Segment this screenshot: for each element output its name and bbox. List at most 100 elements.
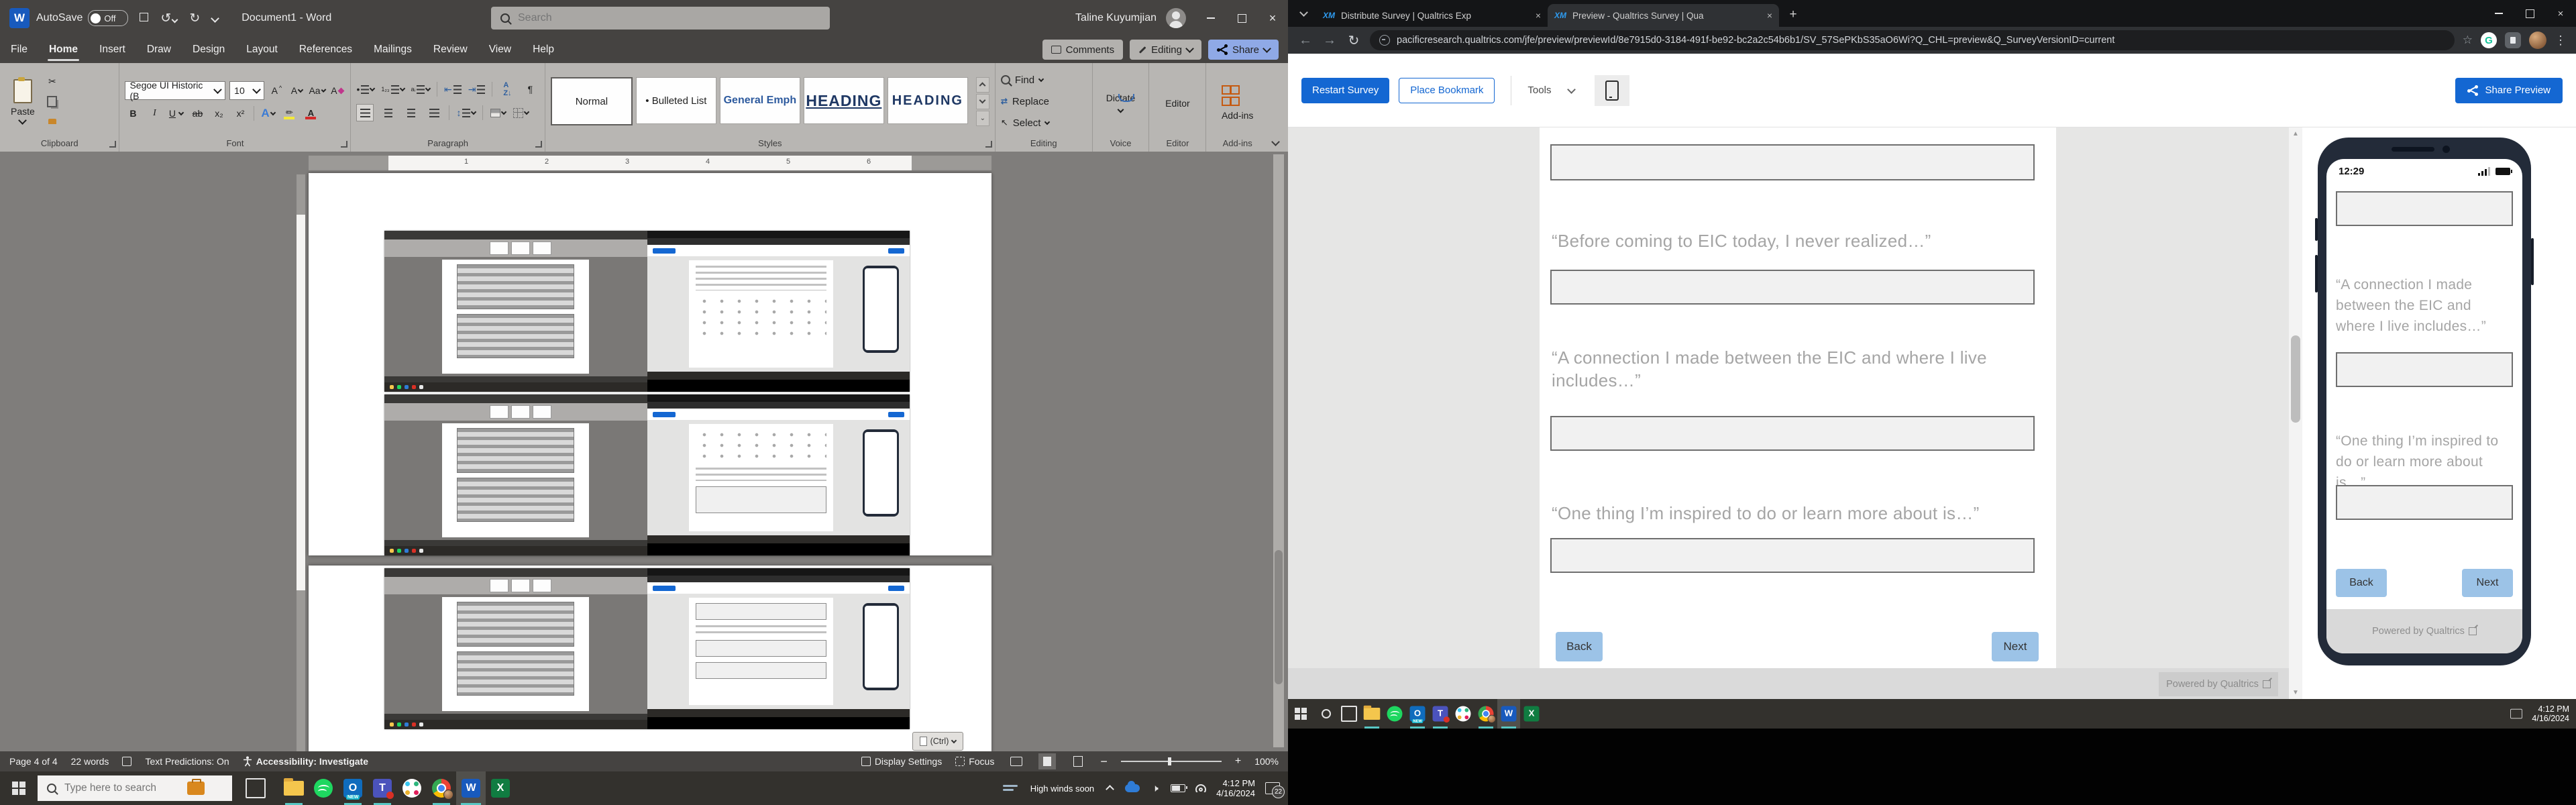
phone-next-button[interactable]: Next [2462,569,2513,597]
extension-icon[interactable] [2505,32,2521,48]
chrome-menu-icon[interactable]: ⋮ [2555,34,2567,48]
taskbar-teams[interactable]: T [368,771,397,805]
tab-references[interactable]: References [288,36,363,63]
tab-mailings[interactable]: Mailings [363,36,423,63]
back-button[interactable]: Back [1556,632,1603,661]
hidden-icons-chevron[interactable] [1104,783,1115,794]
font-color-button[interactable]: A [303,105,319,121]
close-button[interactable]: × [1257,0,1288,36]
tab-home[interactable]: Home [38,36,89,63]
start-button[interactable] [1295,708,1307,720]
tab-file[interactable]: File [0,36,38,63]
new-tab-button[interactable]: + [1784,6,1802,23]
volume-icon[interactable]: 🕨 [1150,783,1161,794]
scrollbar-thumb[interactable] [1275,550,1283,684]
bullets-button[interactable]: • [356,81,374,97]
next-button[interactable]: Next [1992,632,2039,661]
numbering-button[interactable]: 1₂₃ [381,81,404,97]
phone-text-entry-2[interactable] [2336,352,2513,387]
weather-text[interactable]: High winds soon [1030,784,1094,794]
minimize-button[interactable] [2483,0,2514,27]
word-search-box[interactable] [491,7,830,30]
browser-profile-avatar[interactable] [2529,32,2546,49]
styles-gallery-more[interactable]: ⌄ [976,111,989,126]
text-highlight-button[interactable]: ✏ [281,105,297,121]
align-center-button[interactable] [380,105,396,121]
style-bulleted-list[interactable]: • Bulleted List [636,77,716,124]
horizontal-ruler[interactable]: 1 2 3 4 5 6 [309,156,991,170]
line-spacing-button[interactable]: ↕ [456,105,476,121]
taskbar-chrome[interactable] [1474,699,1497,729]
browser-tab-preview[interactable]: XM Preview - Qualtrics Survey | Qua × [1548,4,1779,27]
borders-button[interactable] [513,105,529,121]
styles-dialog-launcher[interactable] [985,141,992,148]
document-page-3[interactable] [309,173,991,555]
text-entry-box-3[interactable] [1550,416,2035,451]
font-name-combobox[interactable]: Segoe UI Historic (B [125,81,225,100]
comments-button[interactable]: Comments [1042,40,1124,60]
taskbar-word[interactable]: W [456,771,486,805]
tools-dropdown[interactable]: Tools [1527,85,1574,96]
print-layout-icon[interactable] [1038,753,1056,769]
user-avatar[interactable] [1166,8,1186,28]
taskbar-clock[interactable]: 4:12 PM 4/16/2024 [2532,704,2569,723]
taskbar-search-button[interactable] [1315,699,1338,729]
scrollbar-thumb[interactable] [2291,335,2300,423]
save-icon[interactable] [140,11,148,25]
clipboard-dialog-launcher[interactable] [109,141,116,148]
taskbar-chrome[interactable] [427,771,456,805]
change-case-button[interactable]: Aa [309,83,325,99]
clear-formatting-button[interactable]: A [329,83,345,99]
minimize-button[interactable] [1195,0,1226,36]
editing-mode-button[interactable]: Editing [1130,40,1201,60]
align-right-button[interactable] [403,105,419,121]
restore-button[interactable] [1226,0,1257,36]
paragraph-dialog-launcher[interactable] [535,141,542,148]
cut-button[interactable]: ✂ [44,73,60,89]
show-formatting-button[interactable]: ¶ [522,81,538,97]
taskbar-excel[interactable]: X [486,771,515,805]
copy-button[interactable] [44,93,60,109]
align-left-button[interactable] [356,104,374,121]
back-icon[interactable]: ← [1297,33,1313,48]
bold-button[interactable]: B [125,105,141,121]
place-bookmark-button[interactable]: Place Bookmark [1399,78,1495,103]
tab-review[interactable]: Review [423,36,478,63]
text-entry-box-2[interactable] [1550,270,2035,305]
bookmark-star-icon[interactable]: ☆ [2463,34,2473,47]
task-view-button[interactable] [1338,699,1360,729]
undo-icon[interactable]: ↺ [160,11,177,26]
tab-view[interactable]: View [478,36,522,63]
notification-center-icon[interactable]: 22 [1265,782,1280,794]
taskbar-word[interactable]: W [1497,699,1520,729]
word-search-input[interactable] [517,11,801,25]
addins-button[interactable]: Add-ins [1222,83,1253,121]
zoom-out-button[interactable]: − [1100,755,1108,769]
site-info-icon[interactable] [1379,35,1390,46]
taskbar-slack[interactable] [397,771,427,805]
word-app-icon[interactable]: W [9,8,30,28]
taskbar-slack[interactable] [1452,699,1474,729]
zoom-in-button[interactable]: + [1235,755,1241,767]
zoom-slider[interactable] [1121,761,1222,762]
find-button[interactable]: Find [1001,71,1087,89]
display-settings-button[interactable]: Display Settings [861,756,942,767]
phone-text-entry-3[interactable] [2336,485,2513,520]
style-heading-1[interactable]: HEADING [804,77,884,124]
web-layout-icon[interactable] [1069,753,1087,769]
decrease-indent-button[interactable]: ⇤ [444,81,462,97]
mobile-view-toggle[interactable] [1595,75,1629,106]
strikethrough-button[interactable]: ab [189,105,205,121]
wifi-icon[interactable] [1195,784,1206,792]
url-text[interactable]: pacificresearch.qualtrics.com/jfe/previe… [1397,35,2114,46]
font-dialog-launcher[interactable] [341,141,347,148]
autosave-toggle[interactable]: Off [88,10,128,26]
close-button[interactable]: × [2545,0,2576,27]
style-heading-2[interactable]: HEADING [888,77,968,124]
styles-scroll-down[interactable] [976,94,989,109]
taskbar-search-input[interactable] [63,782,183,795]
address-bar[interactable]: pacificresearch.qualtrics.com/jfe/previe… [1370,30,2455,50]
zoom-slider-thumb[interactable] [1168,757,1171,765]
subscript-button[interactable]: x₂ [211,105,227,121]
italic-button[interactable]: I [146,105,162,121]
